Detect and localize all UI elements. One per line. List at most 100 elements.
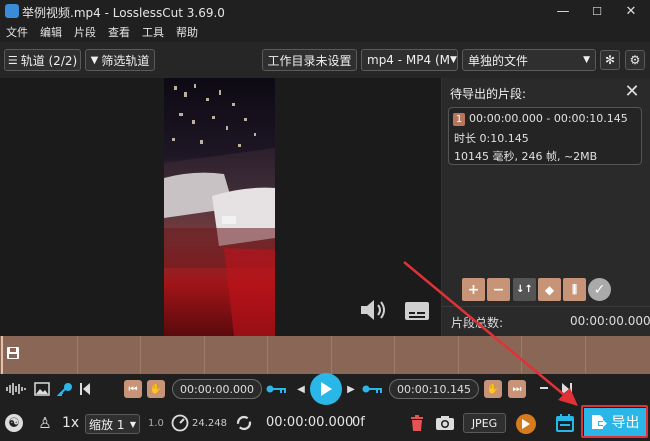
video-frame xyxy=(164,78,275,336)
segment-start-marker[interactable] xyxy=(1,336,3,374)
speed-label[interactable]: 1x xyxy=(62,415,79,431)
format-select[interactable]: mp4 - MP4 (M ▼ xyxy=(361,49,458,71)
menu-help[interactable]: 帮助 xyxy=(176,24,198,40)
remove-segment-button[interactable]: − xyxy=(487,278,510,301)
format-value: mp4 - MP4 (M xyxy=(367,53,450,67)
menu-file[interactable]: 文件 xyxy=(6,24,28,40)
skip-back-icon: ⏮ xyxy=(128,383,138,395)
segment-toolbar-2: ↓↑ ◆ ⫼ ✓ xyxy=(513,278,611,301)
segment-details: 10145 毫秒, 246 帧, ~2MB xyxy=(454,150,598,163)
segments-header: 待导出的片段: xyxy=(450,87,527,101)
jump-start-icon[interactable] xyxy=(78,381,92,397)
segment-toolbar: + − xyxy=(462,278,510,301)
frame-offset: 0f xyxy=(352,415,365,430)
timeline-tick xyxy=(521,336,522,374)
top-toolbar: ☰ 轨道 (2/2) ▼ 筛选轨道 工作目录未设置 mp4 - MP4 (M ▼… xyxy=(0,42,650,78)
output-mode-value: 单独的文件 xyxy=(468,53,529,68)
filter-icon: ▼ xyxy=(90,54,99,66)
chevron-down-icon: ▼ xyxy=(129,419,136,429)
tracks-label: 轨道 (2/2) xyxy=(20,53,78,68)
asterisk-settings-button[interactable]: ✻ xyxy=(600,50,620,70)
speedometer-icon[interactable] xyxy=(171,414,189,432)
minus-icon: − xyxy=(492,281,505,298)
skip-forward-icon: ⏭ xyxy=(512,383,522,395)
zoom-select[interactable]: 缩放 1 ▼ xyxy=(85,414,140,434)
window-title: 举例视频.mp4 - LosslessCut 3.69.0 xyxy=(22,6,225,20)
menu-segments[interactable]: 片段 xyxy=(74,24,96,40)
timeline-tick xyxy=(204,336,205,374)
menu-view[interactable]: 查看 xyxy=(108,24,130,40)
timeline-tick xyxy=(77,336,78,374)
jump-end-icon[interactable] xyxy=(560,381,574,397)
segment-card[interactable]: 1 00:00:00.000 - 00:00:10.145 时长 0:10.14… xyxy=(448,107,642,165)
close-window-button[interactable]: ✕ xyxy=(614,0,648,22)
next-frame-icon[interactable]: ▶ xyxy=(346,383,356,395)
tracks-button[interactable]: ☰ 轨道 (2/2) xyxy=(4,49,81,71)
start-time-input[interactable]: 00:00:00.000 xyxy=(172,379,262,399)
calendar-icon[interactable] xyxy=(555,413,575,433)
fps-value: 24.248 xyxy=(192,418,227,429)
image-icon[interactable] xyxy=(33,381,51,397)
add-segment-button[interactable]: + xyxy=(462,278,485,301)
subtitle-icon[interactable] xyxy=(403,300,431,322)
play-icon xyxy=(522,419,530,429)
sort-segments-button[interactable]: ↓↑ xyxy=(513,278,536,301)
key-start-icon[interactable] xyxy=(266,381,288,397)
segment-index: 1 xyxy=(453,113,465,126)
select-all-button[interactable]: ✓ xyxy=(588,278,611,301)
camera-icon[interactable] xyxy=(434,414,456,432)
segment-range: 00:00:00.000 - 00:00:10.145 xyxy=(469,112,628,125)
export-highlight-box xyxy=(581,405,648,438)
asterisk-icon: ✻ xyxy=(604,53,616,67)
trash-icon[interactable] xyxy=(409,414,425,432)
timeline-tick xyxy=(458,336,459,374)
end-time-input[interactable]: 00:00:10.145 xyxy=(389,379,479,399)
tag-icon: ◆ xyxy=(544,282,555,297)
maximize-button[interactable]: ☐ xyxy=(580,0,614,22)
sync-icon[interactable] xyxy=(235,414,253,432)
chevron-down-icon: ▼ xyxy=(583,55,590,65)
menu-bar: 文件 编辑 片段 查看 工具 帮助 xyxy=(0,22,650,42)
settings-button[interactable]: ⚙ xyxy=(625,50,645,70)
video-player[interactable] xyxy=(0,78,441,336)
split-segment-button[interactable]: ⫼ xyxy=(563,278,586,301)
tag-segment-button[interactable]: ◆ xyxy=(538,278,561,301)
app-icon xyxy=(5,4,19,18)
play-segments-button[interactable] xyxy=(516,414,536,434)
segments-total-value: 00:00:00.000 xyxy=(570,314,650,328)
prev-frame-icon[interactable]: ◀ xyxy=(296,383,306,395)
hand-icon: ✋ xyxy=(486,383,500,395)
segments-total-label: 片段总数: xyxy=(451,316,504,330)
capture-format-select[interactable]: JPEG xyxy=(463,413,506,433)
timeline-tick xyxy=(267,336,268,374)
key-icon[interactable] xyxy=(56,381,74,397)
set-end-button[interactable]: ✋ xyxy=(484,380,502,398)
timeline[interactable] xyxy=(0,336,650,374)
yin-yang-icon[interactable]: ☯ xyxy=(5,414,23,432)
menu-edit[interactable]: 编辑 xyxy=(40,24,62,40)
timeline-tick xyxy=(331,336,332,374)
waveform-icon[interactable] xyxy=(5,381,27,397)
timeline-tick xyxy=(585,336,586,374)
timeline-tick xyxy=(140,336,141,374)
minimize-button[interactable]: — xyxy=(546,0,580,22)
chevron-down-icon: ▼ xyxy=(449,55,457,65)
next-segment-button[interactable]: ⏭ xyxy=(508,380,526,398)
menu-tools[interactable]: 工具 xyxy=(142,24,164,40)
close-panel-button[interactable]: ✕ xyxy=(623,81,641,102)
working-dir-button[interactable]: 工作目录未设置 xyxy=(262,49,357,71)
set-start-button[interactable]: ✋ xyxy=(147,380,165,398)
panel-divider xyxy=(442,306,650,307)
key-end-icon[interactable] xyxy=(362,381,384,397)
filter-tracks-button[interactable]: ▼ 筛选轨道 xyxy=(85,49,155,71)
speaker-icon[interactable] xyxy=(358,298,390,322)
play-button[interactable] xyxy=(310,373,342,405)
prev-segment-button[interactable]: ⏮ xyxy=(124,380,142,398)
output-mode-select[interactable]: 单独的文件 ▼ xyxy=(462,49,596,71)
timeline-tick xyxy=(394,336,395,374)
person-icon[interactable]: ♙ xyxy=(36,414,54,432)
filter-tracks-label: 筛选轨道 xyxy=(101,53,150,68)
save-icon[interactable] xyxy=(6,346,20,360)
zoom-value: 缩放 1 xyxy=(89,417,125,432)
current-time[interactable]: 00:00:00.000 xyxy=(266,415,353,430)
